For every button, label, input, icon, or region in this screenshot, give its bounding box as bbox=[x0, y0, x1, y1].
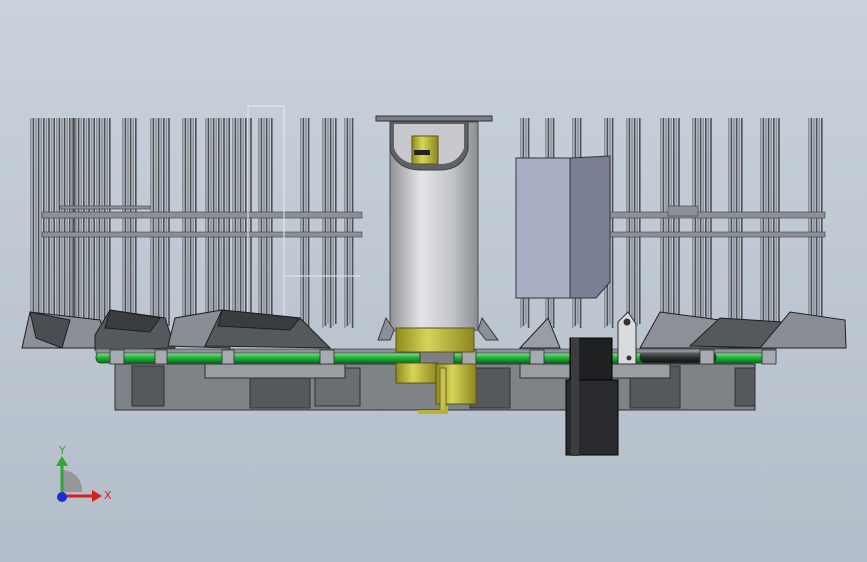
z-axis-dot bbox=[57, 492, 67, 502]
y-axis-label: Y bbox=[58, 444, 66, 457]
coordinate-triad: Y X bbox=[56, 444, 112, 502]
y-axis-arrowhead bbox=[56, 456, 68, 466]
x-axis-label: X bbox=[104, 489, 112, 502]
cad-viewport[interactable]: Y X bbox=[0, 0, 867, 562]
triad-plane-indicator bbox=[62, 469, 83, 492]
x-axis-arrowhead bbox=[92, 490, 102, 502]
